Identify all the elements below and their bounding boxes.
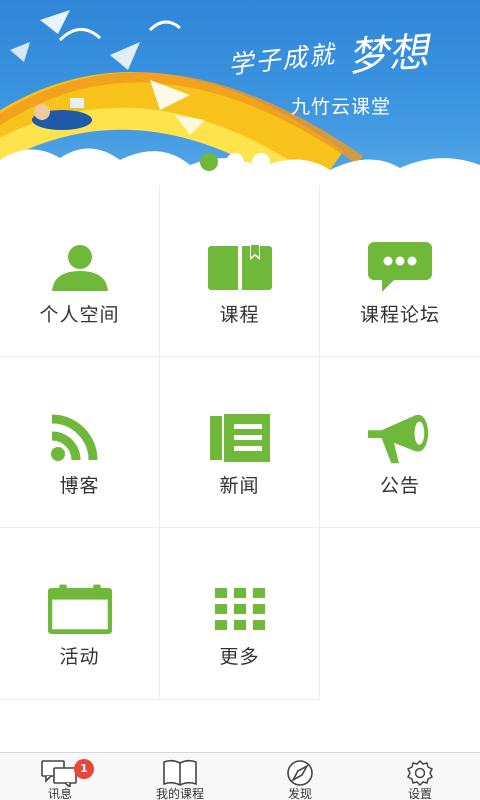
banner-carousel[interactable]: 学子成就 梦想 九竹云课堂 xyxy=(0,0,480,185)
slogan-small-text: 学子成就 xyxy=(226,39,338,80)
carousel-dot[interactable] xyxy=(252,153,270,171)
grid-item-label: 课程 xyxy=(219,304,260,326)
grid-item-label: 博客 xyxy=(59,475,100,497)
unread-badge: 1 xyxy=(74,759,94,779)
chat-bubble-icon xyxy=(368,242,432,292)
grid-icon xyxy=(208,584,272,634)
grid-item-news[interactable]: 新闻 xyxy=(160,357,320,528)
book-icon xyxy=(207,242,272,292)
grid-empty-cell xyxy=(320,528,480,700)
tab-discover[interactable]: 发现 xyxy=(240,753,360,800)
grid-item-label: 活动 xyxy=(59,646,100,668)
grid-item-course-forum[interactable]: 课程论坛 xyxy=(320,186,480,357)
tab-my-courses[interactable]: 我的课程 xyxy=(120,753,240,800)
grid-item-courses[interactable]: 课程 xyxy=(160,186,320,357)
brand-name: 九竹云课堂 xyxy=(290,96,391,118)
function-grid: 个人空间 课程 课程论坛 博客 新闻 公告 活动 更多 xyxy=(0,186,480,700)
grid-item-personal-space[interactable]: 个人空间 xyxy=(0,186,160,357)
tab-messages[interactable]: 1 讯息 xyxy=(0,753,120,800)
tab-label: 发现 xyxy=(287,787,312,800)
grid-item-label: 新闻 xyxy=(219,475,260,497)
tab-label: 我的课程 xyxy=(155,787,204,800)
tab-label: 设置 xyxy=(407,787,432,800)
app-root: 学子成就 梦想 九竹云课堂 个人空间 课程 课程论坛 博客 新闻 公告 活动 更… xyxy=(0,0,480,800)
gear-icon xyxy=(406,759,434,787)
tab-label: 讯息 xyxy=(47,787,72,800)
grid-item-label: 更多 xyxy=(219,646,260,668)
carousel-indicator xyxy=(200,153,270,171)
grid-item-announcement[interactable]: 公告 xyxy=(320,357,480,528)
newspaper-icon xyxy=(208,413,272,463)
calendar-icon xyxy=(47,584,112,634)
grid-item-label: 公告 xyxy=(379,475,420,497)
carousel-dot[interactable] xyxy=(200,153,218,171)
rss-icon xyxy=(48,413,112,463)
compass-icon xyxy=(287,760,313,786)
grid-item-activities[interactable]: 活动 xyxy=(0,528,160,700)
megaphone-icon xyxy=(368,413,432,464)
grid-item-label: 个人空间 xyxy=(39,304,120,326)
banner-slogan: 学子成就 梦想 xyxy=(226,22,458,82)
grid-item-blog[interactable]: 博客 xyxy=(0,357,160,528)
carousel-dot[interactable] xyxy=(226,153,244,171)
grid-item-label: 课程论坛 xyxy=(359,304,440,326)
bottom-tab-bar: 1 讯息 我的课程 发现 设置 xyxy=(0,752,480,800)
person-icon xyxy=(48,242,112,292)
tab-settings[interactable]: 设置 xyxy=(360,753,480,800)
slogan-big-text: 梦想 xyxy=(346,29,430,81)
grid-item-more[interactable]: 更多 xyxy=(160,528,320,700)
open-book-icon xyxy=(163,759,197,786)
